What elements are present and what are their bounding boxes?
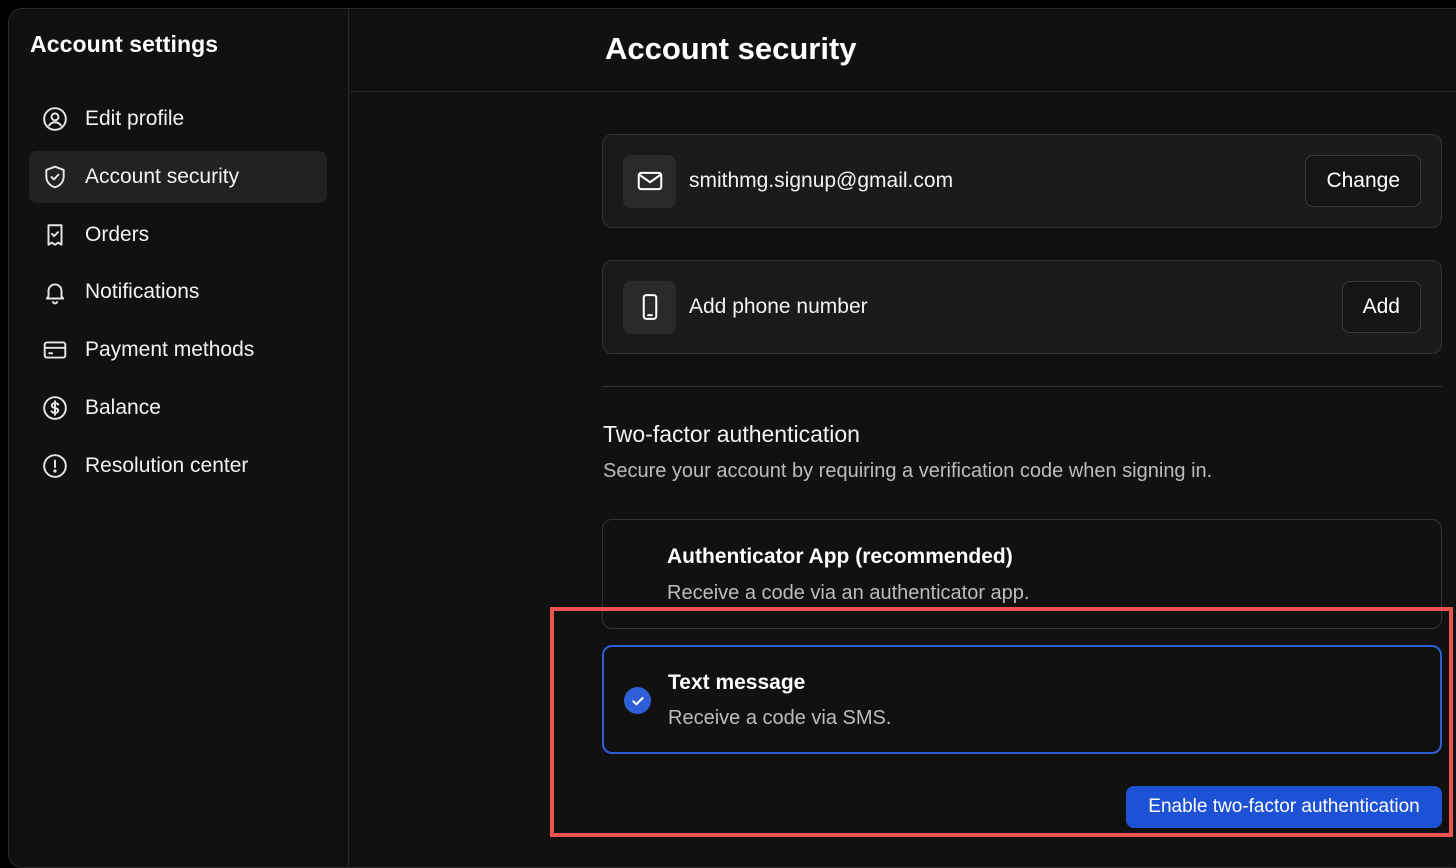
option-description: Receive a code via an authenticator app. <box>667 582 1030 604</box>
two-factor-subtitle: Secure your account by requiring a verif… <box>603 460 1213 482</box>
sidebar-title: Account settings <box>30 31 219 57</box>
two-factor-title: Two-factor authentication <box>603 421 860 447</box>
sidebar-item-label: Balance <box>85 395 161 419</box>
receipt-icon <box>41 221 69 249</box>
sidebar-nav: Edit profile Account security Orders Not… <box>29 93 327 498</box>
phone-label: Add phone number <box>689 295 868 318</box>
section-divider <box>602 386 1442 387</box>
sidebar-item-balance[interactable]: Balance <box>29 382 327 434</box>
alert-circle-icon <box>41 452 69 480</box>
user-circle-icon <box>41 105 69 133</box>
email-address: smithmg.signup@gmail.com <box>689 169 954 192</box>
sidebar: Account settings Edit profile Account se… <box>9 9 349 867</box>
option-description: Receive a code via SMS. <box>668 707 892 729</box>
sidebar-item-label: Notifications <box>85 280 200 304</box>
sidebar-item-resolution-center[interactable]: Resolution center <box>29 440 327 492</box>
sidebar-item-payment-methods[interactable]: Payment methods <box>29 324 327 376</box>
main-content: Account security smithmg.signup@gmail.co… <box>350 9 1456 867</box>
email-card: smithmg.signup@gmail.com Change <box>602 134 1442 228</box>
option-authenticator-app[interactable]: Authenticator App (recommended) Receive … <box>602 519 1442 629</box>
page-title: Account security <box>605 31 857 66</box>
phone-card: Add phone number Add <box>602 260 1442 354</box>
add-phone-button[interactable]: Add <box>1341 281 1421 333</box>
sidebar-item-edit-profile[interactable]: Edit profile <box>29 93 327 145</box>
change-email-button[interactable]: Change <box>1305 155 1421 207</box>
mail-icon <box>623 154 676 208</box>
option-title: Text message <box>668 671 806 694</box>
sidebar-item-label: Edit profile <box>85 107 185 130</box>
option-text-message[interactable]: Text message Receive a code via SMS. <box>602 645 1442 754</box>
sidebar-item-notifications[interactable]: Notifications <box>29 266 327 318</box>
bell-icon <box>41 278 69 306</box>
sidebar-item-orders[interactable]: Orders <box>29 209 327 261</box>
sidebar-item-account-security[interactable]: Account security <box>29 150 327 203</box>
dollar-circle-icon <box>41 394 69 422</box>
sidebar-item-label: Account security <box>85 164 240 188</box>
credit-card-icon <box>41 336 69 364</box>
option-title: Authenticator App (recommended) <box>667 545 1013 568</box>
settings-window: Account settings Edit profile Account se… <box>8 8 1456 868</box>
enable-two-factor-button[interactable]: Enable two-factor authentication <box>1126 786 1442 828</box>
sidebar-item-label: Resolution center <box>85 453 249 477</box>
phone-icon <box>623 280 676 334</box>
sidebar-item-label: Orders <box>85 222 150 246</box>
check-icon <box>624 687 651 714</box>
main-header: Account security <box>350 9 1456 92</box>
shield-icon <box>41 163 69 191</box>
sidebar-item-label: Payment methods <box>85 338 255 362</box>
